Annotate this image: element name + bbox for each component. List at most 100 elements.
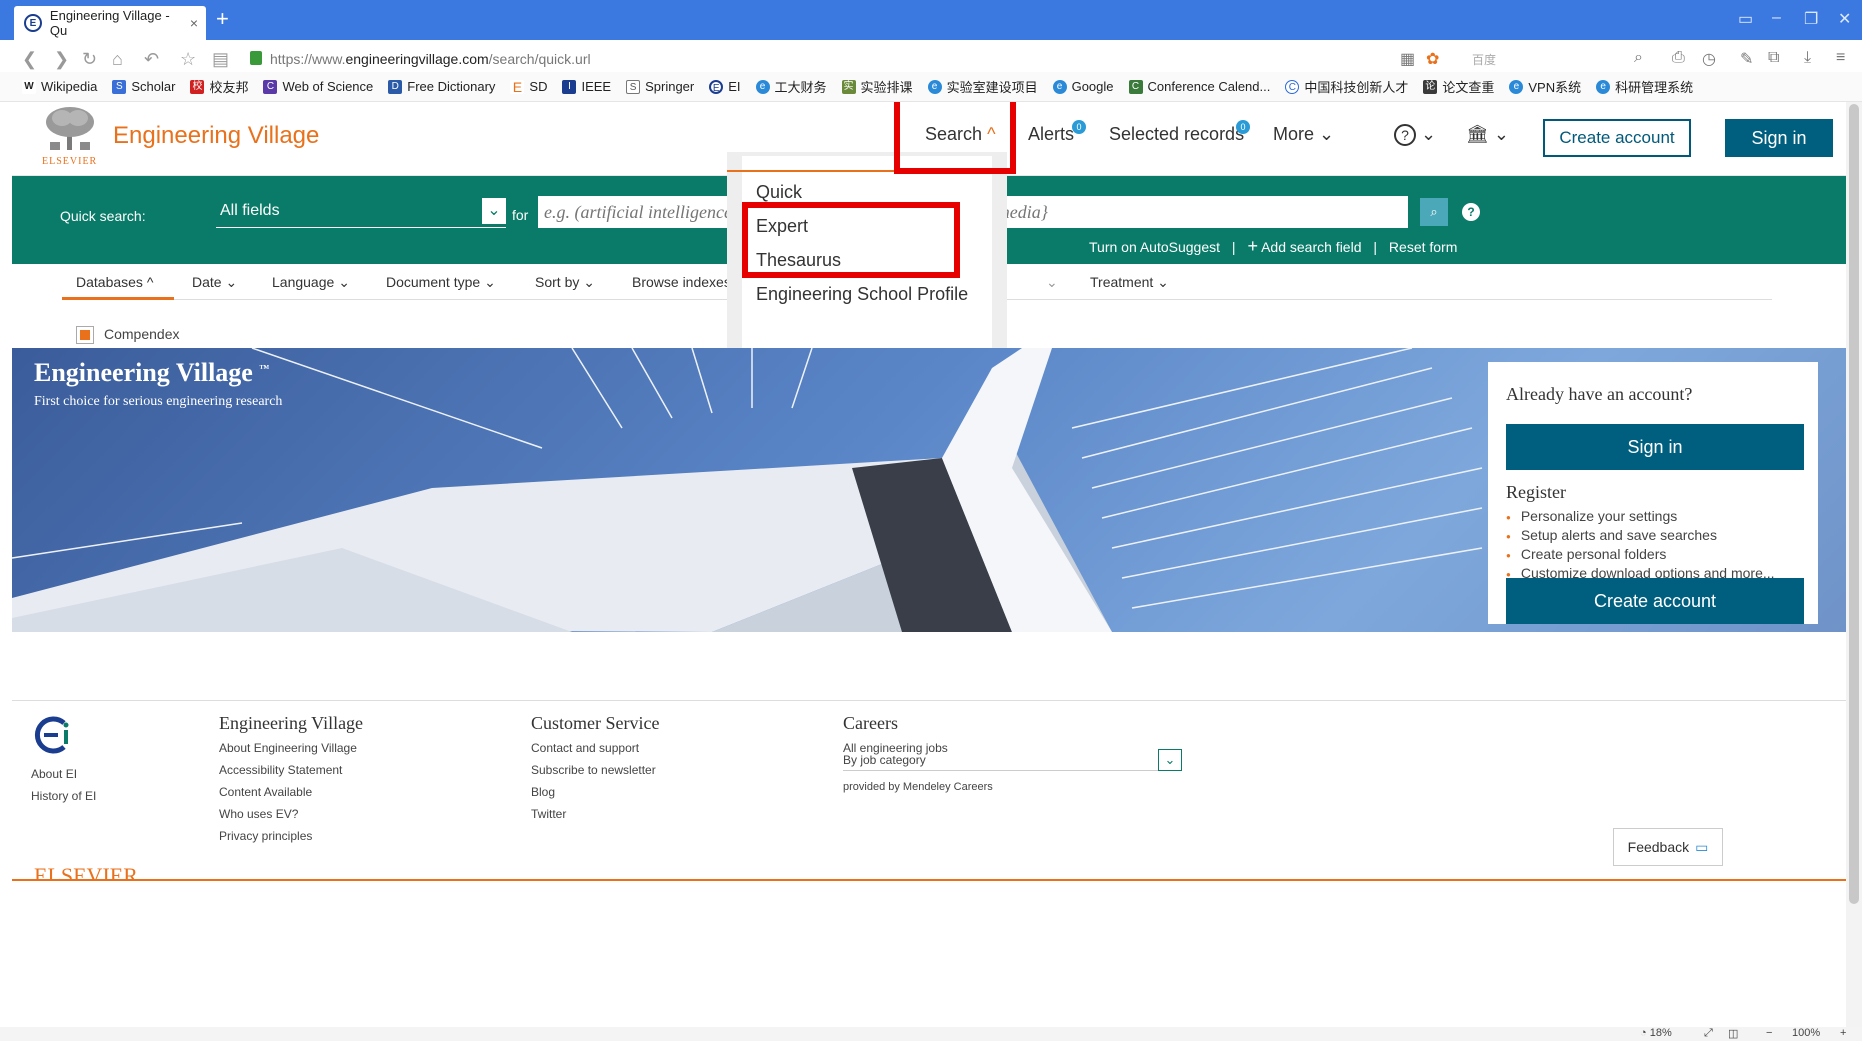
bookmark-sd[interactable]: E SD	[510, 79, 547, 94]
zoom-in-button[interactable]: +	[1840, 1027, 1846, 1039]
create-account-button[interactable]: Create account	[1543, 119, 1691, 157]
chevron-down-icon[interactable]: ⌄	[1158, 749, 1182, 771]
window-maximize-icon[interactable]: ❐	[1804, 9, 1818, 29]
sign-in-button[interactable]: Sign in	[1725, 119, 1833, 157]
compendex-label: Compendex	[104, 326, 180, 342]
qr-icon[interactable]: ▦	[1400, 49, 1415, 69]
job-category-value: By job category	[843, 753, 926, 767]
chevron-down-icon[interactable]: ⌄	[482, 198, 506, 224]
bookmark-course[interactable]: 实实验排课	[841, 77, 913, 96]
reload-icon[interactable]: ↻	[82, 49, 97, 70]
bookmark-wikipedia[interactable]: W Wikipedia	[22, 79, 97, 94]
card-create-account-button[interactable]: Create account	[1506, 578, 1804, 624]
feedback-label: Feedback	[1627, 839, 1690, 855]
history-icon[interactable]: ◷	[1702, 49, 1716, 69]
footer-link[interactable]: Who uses EV?	[219, 807, 298, 821]
search-icon[interactable]: ⌕	[1634, 49, 1643, 67]
chevron-down-icon: ⌄	[1493, 124, 1509, 144]
bookmark-conference[interactable]: C Conference Calend...	[1128, 79, 1270, 94]
help-menu[interactable]: ? ⌄	[1394, 124, 1436, 146]
bookmark-plagiarism[interactable]: 论论文查重	[1423, 77, 1494, 96]
bookmark-ieee[interactable]: I IEEE	[562, 79, 611, 94]
ie-icon: e	[755, 79, 770, 94]
add-search-field-link[interactable]: Add search field	[1261, 239, 1361, 255]
window-restore-icon[interactable]: ▭	[1738, 9, 1753, 29]
footer-link[interactable]: Content Available	[219, 785, 312, 799]
job-category-select[interactable]: By job category ⌄	[843, 749, 1182, 771]
filter-language[interactable]: Language ⌄	[272, 274, 350, 291]
search-field-select[interactable]: All fields ⌄	[216, 196, 506, 228]
menu-item-quick[interactable]: Quick	[756, 182, 802, 203]
zoom-level[interactable]: 100%	[1792, 1027, 1820, 1039]
footer-link[interactable]: Accessibility Statement	[219, 763, 342, 777]
new-tab-button[interactable]: +	[216, 6, 229, 32]
menu-icon[interactable]: ≡	[1836, 49, 1845, 67]
bookmark-finance[interactable]: e 工大财务	[755, 77, 827, 96]
footer-link[interactable]: Subscribe to newsletter	[531, 763, 656, 777]
bookmark-springer[interactable]: S Springer	[626, 79, 694, 94]
conference-icon: C	[1128, 79, 1143, 94]
print-icon[interactable]: ⎙	[1672, 49, 1685, 67]
footer-link[interactable]: Privacy principles	[219, 829, 312, 843]
bookmark-research[interactable]: e 科研管理系统	[1596, 77, 1693, 96]
filter-treatment[interactable]: Treatment ⌄	[1090, 274, 1169, 291]
filter-date[interactable]: Date ⌄	[192, 274, 237, 291]
footer-link[interactable]: Contact and support	[531, 741, 639, 755]
nav-more[interactable]: More ⌄	[1273, 124, 1334, 145]
bookmark-xiaoyoubang[interactable]: 校校友邦	[190, 77, 248, 96]
star-icon[interactable]: ☆	[180, 49, 196, 70]
bookmark-label: 论文查重	[1442, 80, 1495, 95]
bookmark-google[interactable]: e Google	[1052, 79, 1114, 94]
bookmark-vpn[interactable]: e VPN系统	[1509, 77, 1581, 96]
browser-tab[interactable]: E Engineering Village - Qu ×	[14, 6, 206, 40]
menu-item-engineering-school-profile[interactable]: Engineering School Profile	[756, 284, 968, 305]
bookmark-free-dictionary[interactable]: D Free Dictionary	[388, 79, 495, 94]
back-icon[interactable]: ❮	[22, 49, 37, 70]
undo-icon[interactable]: ↶	[144, 49, 159, 70]
window-minimize-icon[interactable]: –	[1772, 9, 1781, 27]
bookmark-web-of-science[interactable]: C Web of Science	[263, 79, 373, 94]
search-engine-field[interactable]: 百度	[1472, 51, 1496, 68]
footer-link[interactable]: About Engineering Village	[219, 741, 357, 755]
about-ei-link[interactable]: About EI	[31, 767, 77, 781]
trademark: ™	[259, 363, 270, 375]
window-close-icon[interactable]: ✕	[1838, 9, 1851, 29]
filter-browse-indexes[interactable]: Browse indexes	[632, 274, 731, 290]
card-sign-in-button[interactable]: Sign in	[1506, 424, 1804, 470]
tab-close-icon[interactable]: ×	[190, 15, 198, 31]
zoom-percent[interactable]: ◔ 18%	[1640, 1027, 1672, 1039]
zoom-out-button[interactable]: −	[1766, 1027, 1772, 1039]
autosuggest-link[interactable]: Turn on AutoSuggest	[1089, 239, 1220, 255]
feedback-button[interactable]: Feedback ▭	[1613, 828, 1723, 866]
reader-icon[interactable]: ▤	[212, 49, 229, 70]
bookmark-talent[interactable]: C 中国科技创新人才	[1285, 77, 1408, 96]
home-icon[interactable]: ⌂	[112, 49, 123, 70]
screenshot-icon[interactable]: ⧉	[1768, 49, 1779, 67]
site-title[interactable]: Engineering Village	[113, 122, 319, 150]
split-view-icon[interactable]: ◫	[1728, 1027, 1738, 1040]
forward-icon[interactable]: ❯	[54, 49, 69, 70]
nav-selected-records[interactable]: Selected records	[1109, 124, 1244, 145]
filter-sort-by[interactable]: Sort by ⌄	[535, 274, 595, 291]
extension-icon[interactable]: ✿	[1426, 49, 1439, 69]
bookmark-ei[interactable]: E EI	[709, 79, 741, 94]
filter-document-type[interactable]: Document type ⌄	[386, 274, 496, 291]
help-icon[interactable]: ?	[1462, 203, 1480, 221]
footer-link[interactable]: Blog	[531, 785, 555, 799]
compendex-checkbox[interactable]	[76, 326, 94, 344]
scrollbar-thumb[interactable]	[1849, 104, 1859, 904]
institution-menu[interactable]: 🏛 ⌄	[1466, 124, 1509, 145]
page-scrollbar[interactable]	[1846, 102, 1862, 1027]
url-field[interactable]: https://www.engineeringvillage.com/searc…	[270, 51, 591, 67]
nav-alerts[interactable]: Alerts	[1028, 124, 1074, 145]
search-icon[interactable]: ⌕	[1420, 198, 1448, 226]
history-ei-link[interactable]: History of EI	[31, 789, 96, 803]
reset-form-link[interactable]: Reset form	[1389, 239, 1457, 255]
fullscreen-icon[interactable]: ⤢	[1704, 1027, 1713, 1040]
footer-link[interactable]: Twitter	[531, 807, 566, 821]
bookmark-scholar[interactable]: S Scholar	[112, 79, 175, 94]
tools-icon[interactable]: ✎	[1740, 49, 1753, 69]
bookmark-lab[interactable]: e 实验室建设项目	[927, 77, 1038, 96]
filter-databases[interactable]: Databases ^	[76, 274, 153, 290]
download-icon[interactable]: ⤓	[1804, 49, 1811, 67]
